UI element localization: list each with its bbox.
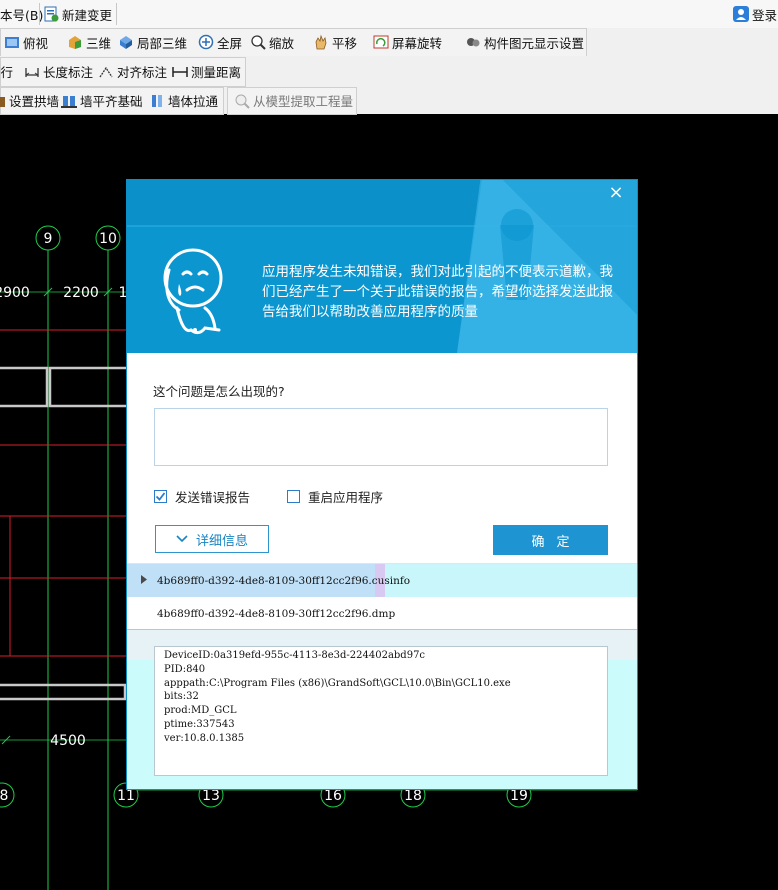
3d-button[interactable]: 三维: [67, 28, 111, 56]
axis-label-bottom: 18: [404, 788, 422, 804]
length-dim-icon: [24, 64, 40, 80]
wall-toolbar: 设置拱墙 墙平齐基础 墙体拉通 从模型提取工程量: [0, 87, 778, 115]
details-line: bits:32: [164, 691, 199, 703]
rotate-icon: [373, 34, 389, 50]
details-line: ptime:337543: [164, 718, 235, 730]
rotate-screen-button[interactable]: 屏幕旋转: [373, 28, 442, 56]
arch-wall-icon: [0, 93, 6, 109]
wall-stretch-icon: [149, 93, 165, 109]
file-name: 4b689ff0-d392-4de8-8109-30ff12cc2f96.dmp: [157, 607, 396, 620]
extract-qty-icon: [234, 93, 250, 109]
details-pane: DeviceID:0a319efd-955c-4113-8e3d-224402a…: [127, 629, 637, 789]
axis-label-top: 10: [99, 231, 117, 247]
partial-3d-icon: [118, 34, 134, 50]
ok-button-label: 确定: [531, 534, 582, 550]
user-icon: [733, 6, 749, 22]
error-message: 应用程序发生未知错误，我们对此引起的不便表示道歉，我们已经产生了一个关于此错误的…: [262, 264, 613, 320]
details-button[interactable]: 详细信息: [155, 525, 269, 553]
restart-app-label: 重启应用程序: [308, 490, 384, 505]
top-view-button[interactable]: 俯视: [4, 28, 48, 56]
dialog-header: × 应用程序发生未知错误，我们对此引起的不便表示道歉，我们已经产生了一个关于此错…: [127, 180, 637, 353]
expand-arrow-icon[interactable]: [141, 575, 148, 587]
axis-label-bottom: 16: [324, 788, 342, 804]
details-text-box[interactable]: DeviceID:0a319efd-955c-4113-8e3d-224402a…: [154, 646, 608, 776]
fullscreen-button[interactable]: 全屏: [198, 28, 242, 56]
zoom-icon: [250, 34, 266, 50]
new-change-icon: [43, 6, 59, 22]
axis-label-top: 9: [44, 231, 53, 247]
checkbox-unchecked[interactable]: [287, 490, 300, 503]
menu-version[interactable]: 本号(B): [0, 0, 43, 28]
wall-foundation-button[interactable]: 墙平齐基础: [61, 87, 143, 114]
axis-label-bottom: 8: [0, 788, 8, 804]
ok-button[interactable]: 确定: [493, 525, 608, 555]
problem-description-input[interactable]: [154, 408, 608, 466]
file-name: 4b689ff0-d392-4de8-8109-30ff12cc2f96.cus…: [157, 574, 411, 587]
dimension-toolbar: 平行 长度标注 对齐标注 测量距离: [0, 56, 778, 87]
restart-app-checkbox[interactable]: 重启应用程序: [287, 487, 383, 506]
send-report-label: 发送错误报告: [175, 490, 251, 505]
3d-icon: [67, 34, 83, 50]
close-icon: ×: [608, 182, 624, 203]
details-line: PID:840: [164, 663, 206, 675]
details-line: apppath:C:\Program Files (x86)\GrandSoft…: [164, 677, 511, 689]
login-button[interactable]: 登录: [733, 0, 777, 28]
pan-button[interactable]: 平移: [313, 28, 357, 56]
dimension-label: 2900: [0, 285, 30, 301]
measure-icon: [172, 64, 188, 80]
pan-icon: [313, 34, 329, 50]
checkbox-checked[interactable]: [154, 490, 167, 503]
view-toolbar: 俯视 三维 局部三维 全屏 缩放 平移 屏幕旋转 构件图元显示设置: [0, 28, 778, 57]
dimension-label: 4500: [50, 733, 86, 749]
align-dim-button[interactable]: 对齐标注: [98, 56, 167, 87]
details-line: DeviceID:0a319efd-955c-4113-8e3d-224402a…: [164, 650, 426, 661]
extract-quantity-button[interactable]: 从模型提取工程量: [234, 87, 353, 114]
close-button[interactable]: ×: [605, 182, 627, 204]
sad-mascot-icon: [163, 248, 223, 335]
send-report-checkbox[interactable]: 发送错误报告: [154, 487, 250, 506]
dimension-label: 2200: [63, 285, 99, 301]
error-report-dialog: × 应用程序发生未知错误，我们对此引起的不便表示道歉，我们已经产生了一个关于此错…: [127, 180, 637, 789]
align-dim-icon: [98, 64, 114, 80]
top-view-icon: [4, 34, 20, 50]
menu-toolbar: 本号(B) 新建变更 登录: [0, 0, 778, 29]
file-row-selected[interactable]: 4b689ff0-d392-4de8-8109-30ff12cc2f96.cus…: [127, 564, 637, 597]
measure-distance-button[interactable]: 测量距离: [172, 56, 241, 87]
fullscreen-icon: [198, 34, 214, 50]
partial-3d-button[interactable]: 局部三维: [118, 28, 187, 56]
axis-label-bottom: 19: [510, 788, 528, 804]
question-label: 这个问题是怎么出现的?: [153, 384, 285, 399]
details-line: prod:MD_GCL: [164, 705, 237, 717]
file-row[interactable]: 4b689ff0-d392-4de8-8109-30ff12cc2f96.dmp: [127, 597, 637, 630]
wall-stretch-button[interactable]: 墙体拉通: [149, 87, 218, 114]
wall-foundation-icon: [61, 93, 77, 109]
arch-wall-button[interactable]: 设置拱墙: [0, 87, 59, 114]
report-file-list: 4b689ff0-d392-4de8-8109-30ff12cc2f96.cus…: [127, 563, 637, 630]
chevron-down-icon: [176, 532, 188, 547]
display-settings-button[interactable]: 构件图元显示设置: [465, 28, 584, 56]
length-dim-button[interactable]: 长度标注: [24, 56, 93, 87]
toolbar-separator: [39, 3, 40, 25]
axis-label-bottom: 11: [117, 788, 135, 804]
axis-label-bottom: 13: [202, 788, 220, 804]
details-line: ver:10.8.0.1385: [164, 732, 245, 744]
display-settings-icon: [465, 34, 481, 50]
zoom-button[interactable]: 缩放: [250, 28, 294, 56]
toolbar-separator: [116, 3, 117, 25]
details-button-label: 详细信息: [195, 533, 248, 549]
new-change-button[interactable]: 新建变更: [43, 0, 112, 28]
parallel-button[interactable]: 平行: [0, 56, 13, 87]
